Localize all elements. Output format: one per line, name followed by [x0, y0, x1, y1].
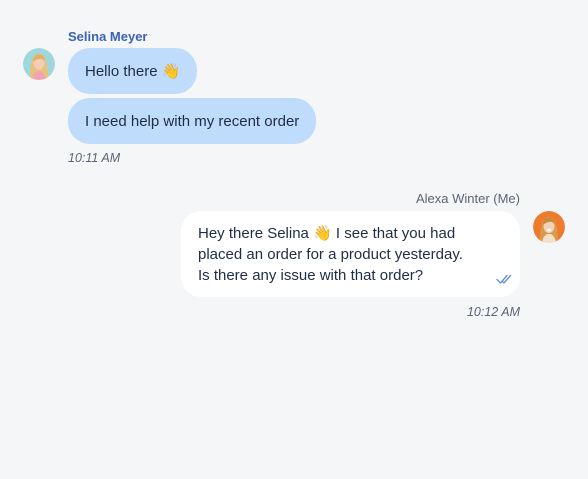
selina-avatar-image: [23, 48, 55, 80]
incoming-sender-name: Selina Meyer: [68, 29, 148, 44]
outgoing-timestamp: 10:12 AM: [466, 305, 520, 319]
outgoing-message-line: placed an order for a product yesterday.: [198, 246, 463, 263]
outgoing-sender-name: Alexa Winter (Me): [415, 191, 520, 206]
alexa-avatar-image: [533, 211, 565, 243]
incoming-timestamp: 10:11 AM: [68, 151, 121, 165]
incoming-message-text: I need help with my recent order: [85, 112, 300, 130]
double-check-icon: [496, 274, 512, 284]
selina-avatar[interactable]: [23, 48, 55, 80]
incoming-message-bubble: Hello there 👋: [68, 48, 198, 94]
incoming-message-text: Hello there 👋: [85, 63, 181, 80]
outgoing-message-line: Is there any issue with that order?: [198, 267, 424, 284]
incoming-message-bubble: I need help with my recent order: [68, 98, 317, 144]
outgoing-message-line: Hey there Selina 👋 I see that you had: [198, 225, 456, 242]
outgoing-message-bubble: Hey there Selina 👋 I see that you had pl…: [181, 211, 520, 297]
alexa-avatar[interactable]: [533, 211, 565, 243]
